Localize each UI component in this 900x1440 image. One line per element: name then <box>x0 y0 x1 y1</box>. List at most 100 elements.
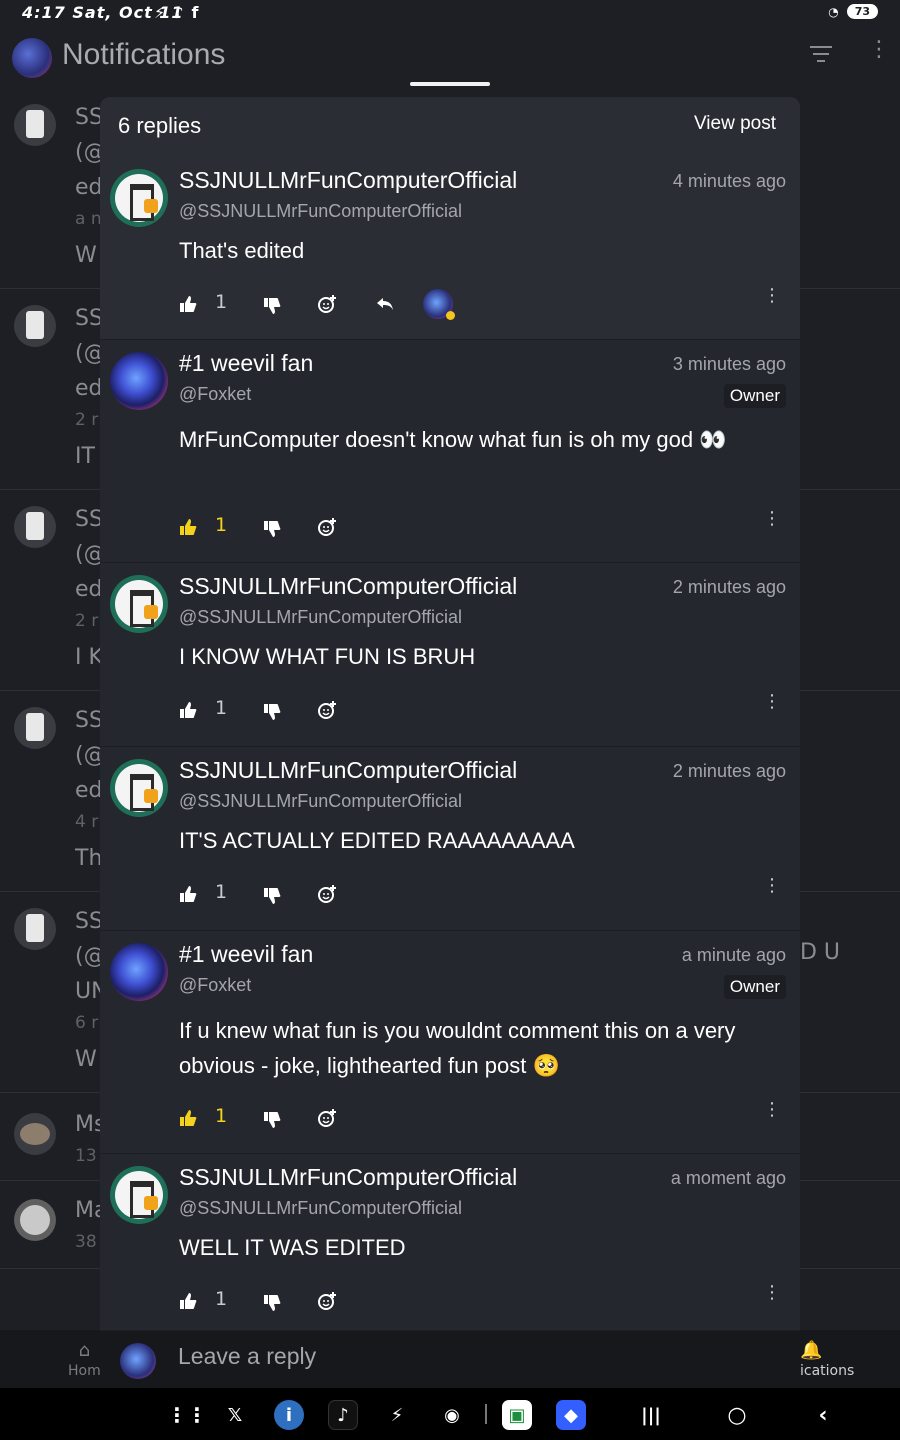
thumbs-up-icon[interactable] <box>179 1109 197 1127</box>
thumbs-down-icon[interactable] <box>263 520 281 538</box>
sheet-drag-handle[interactable] <box>410 82 490 86</box>
comment-actions: 1 ⋮ <box>179 877 789 911</box>
comment-item: SSJNULLMrFunComputerOfficial @SSJNULLMrF… <box>100 563 800 747</box>
view-post-button[interactable]: View post <box>694 113 776 135</box>
add-reaction-icon[interactable] <box>317 1108 337 1128</box>
thumbs-down-icon[interactable] <box>263 703 281 721</box>
like-count: 1 <box>215 1288 228 1310</box>
comment-author[interactable]: SSJNULLMrFunComputerOfficial <box>179 757 517 784</box>
home-button-icon[interactable]: ○ <box>722 1400 752 1430</box>
google-chat-icon[interactable]: ▣ <box>502 1400 532 1430</box>
bolt-app-icon[interactable]: ⚡ <box>382 1400 412 1430</box>
reply-icon[interactable] <box>375 296 395 312</box>
avatar <box>14 1113 56 1155</box>
thumbs-up-icon[interactable] <box>179 295 197 313</box>
more-options-icon[interactable]: ⋮ <box>763 510 781 528</box>
avatar <box>120 1343 156 1379</box>
more-options-icon[interactable]: ⋮ <box>763 693 781 711</box>
roblox-icon[interactable]: ◆ <box>556 1400 586 1430</box>
comment-actions: 1 ⋮ <box>179 1101 789 1135</box>
more-options-icon[interactable]: ⋮ <box>763 1284 781 1302</box>
avatar <box>14 104 56 146</box>
reply-bar <box>100 1331 800 1388</box>
avatar <box>14 305 56 347</box>
comment-author[interactable]: SSJNULLMrFunComputerOfficial <box>179 167 517 194</box>
comment-actions: 1 ⋮ <box>179 1284 789 1318</box>
thumbs-up-icon[interactable] <box>179 885 197 903</box>
comment-timestamp: 4 minutes ago <box>672 171 786 191</box>
thumbs-up-icon[interactable] <box>179 701 197 719</box>
comment-body: WELL IT WAS EDITED <box>179 1235 406 1260</box>
add-reaction-icon[interactable] <box>317 884 337 904</box>
comment-actions: 1 ⋮ <box>179 693 789 727</box>
comment-handle: @SSJNULLMrFunComputerOfficial <box>179 791 463 811</box>
thumbs-down-icon[interactable] <box>263 1294 281 1312</box>
avatar[interactable] <box>110 943 168 1001</box>
thumbs-down-icon[interactable] <box>263 887 281 905</box>
more-options-icon[interactable]: ⋮ <box>868 39 890 68</box>
app-drawer-icon[interactable]: ⋮⋮ <box>167 1400 207 1430</box>
status-notification-icons: ⚡ ♪ f <box>154 3 198 22</box>
comment-body: IT'S ACTUALLY EDITED RAAAAAAAAA <box>179 828 575 853</box>
comment-author[interactable]: #1 weevil fan <box>179 941 313 968</box>
thumbs-up-icon[interactable] <box>179 1292 197 1310</box>
avatar[interactable] <box>110 759 168 817</box>
x-app-icon[interactable]: 𝕏 <box>220 1400 250 1430</box>
profile-avatar[interactable] <box>12 38 52 78</box>
comment-body: That's edited <box>179 238 305 263</box>
background-overflow-text: D U <box>800 940 841 965</box>
avatar <box>14 1199 56 1241</box>
like-count: 1 <box>215 881 228 903</box>
avatar <box>14 506 56 548</box>
comment-handle: @SSJNULLMrFunComputerOfficial <box>179 1198 463 1218</box>
bolt-icon: ⚡ <box>154 3 166 22</box>
comment-author[interactable]: SSJNULLMrFunComputerOfficial <box>179 573 517 600</box>
comment-author[interactable]: SSJNULLMrFunComputerOfficial <box>179 1164 517 1191</box>
comment-item: SSJNULLMrFunComputerOfficial @SSJNULLMrF… <box>100 157 800 340</box>
home-icon: ⌂ <box>78 1340 91 1361</box>
add-reaction-icon[interactable] <box>317 294 337 314</box>
avatar[interactable] <box>110 169 168 227</box>
tiktok-icon[interactable]: ♪ <box>328 1400 358 1430</box>
facebook-icon: f <box>191 3 199 22</box>
reply-input[interactable] <box>178 1343 678 1370</box>
battery-indicator: 73 <box>846 4 878 19</box>
comment-actions: 1 ⋮ <box>179 510 789 544</box>
back-button-icon[interactable]: ‹ <box>808 1400 838 1430</box>
comment-handle: @Foxket <box>179 384 252 404</box>
add-reaction-icon[interactable] <box>317 1291 337 1311</box>
thumbs-down-icon[interactable] <box>263 1111 281 1129</box>
comment-handle: @Foxket <box>179 975 252 995</box>
thumbs-up-icon[interactable] <box>179 518 197 536</box>
replies-count-title: 6 replies <box>118 113 202 138</box>
like-count: 1 <box>215 514 228 536</box>
recent-apps-icon[interactable]: ||| <box>636 1400 666 1430</box>
comment-body: I KNOW WHAT FUN IS BRUH <box>179 644 476 669</box>
add-reaction-icon[interactable] <box>317 517 337 537</box>
wifi-icon: ◔ <box>828 4 839 19</box>
nav-home[interactable]: ⌂ Hom <box>68 1340 101 1379</box>
comment-author[interactable]: #1 weevil fan <box>179 350 313 377</box>
more-options-icon[interactable]: ⋮ <box>763 287 781 305</box>
thumbs-down-icon[interactable] <box>263 297 281 315</box>
sheet-header: 6 replies View post <box>100 97 800 157</box>
avatar <box>14 908 56 950</box>
owner-badge: Owner <box>723 384 786 408</box>
avatar[interactable] <box>110 1166 168 1224</box>
avatar[interactable] <box>110 575 168 633</box>
more-options-icon[interactable]: ⋮ <box>763 1101 781 1119</box>
discord-icon[interactable]: ◉ <box>437 1400 467 1430</box>
comment-timestamp: a minute ago <box>681 945 786 965</box>
filter-icon[interactable] <box>810 46 832 64</box>
replies-sheet: 6 replies View post SSJNULLMrFunComputer… <box>100 97 800 1388</box>
comment-timestamp: 2 minutes ago <box>672 761 786 781</box>
owner-badge: Owner <box>723 975 786 999</box>
like-count: 1 <box>215 697 228 719</box>
more-options-icon[interactable]: ⋮ <box>763 877 781 895</box>
add-reaction-icon[interactable] <box>317 700 337 720</box>
nav-notifications[interactable]: 🔔 ications <box>800 1340 854 1379</box>
system-dock: ⋮⋮ 𝕏 i ♪ ⚡ ◉ ▣ ◆ ||| ○ ‹ <box>0 1388 900 1440</box>
ibis-paint-icon[interactable]: i <box>274 1400 304 1430</box>
comment-item: SSJNULLMrFunComputerOfficial @SSJNULLMrF… <box>100 747 800 931</box>
avatar[interactable] <box>110 352 168 410</box>
